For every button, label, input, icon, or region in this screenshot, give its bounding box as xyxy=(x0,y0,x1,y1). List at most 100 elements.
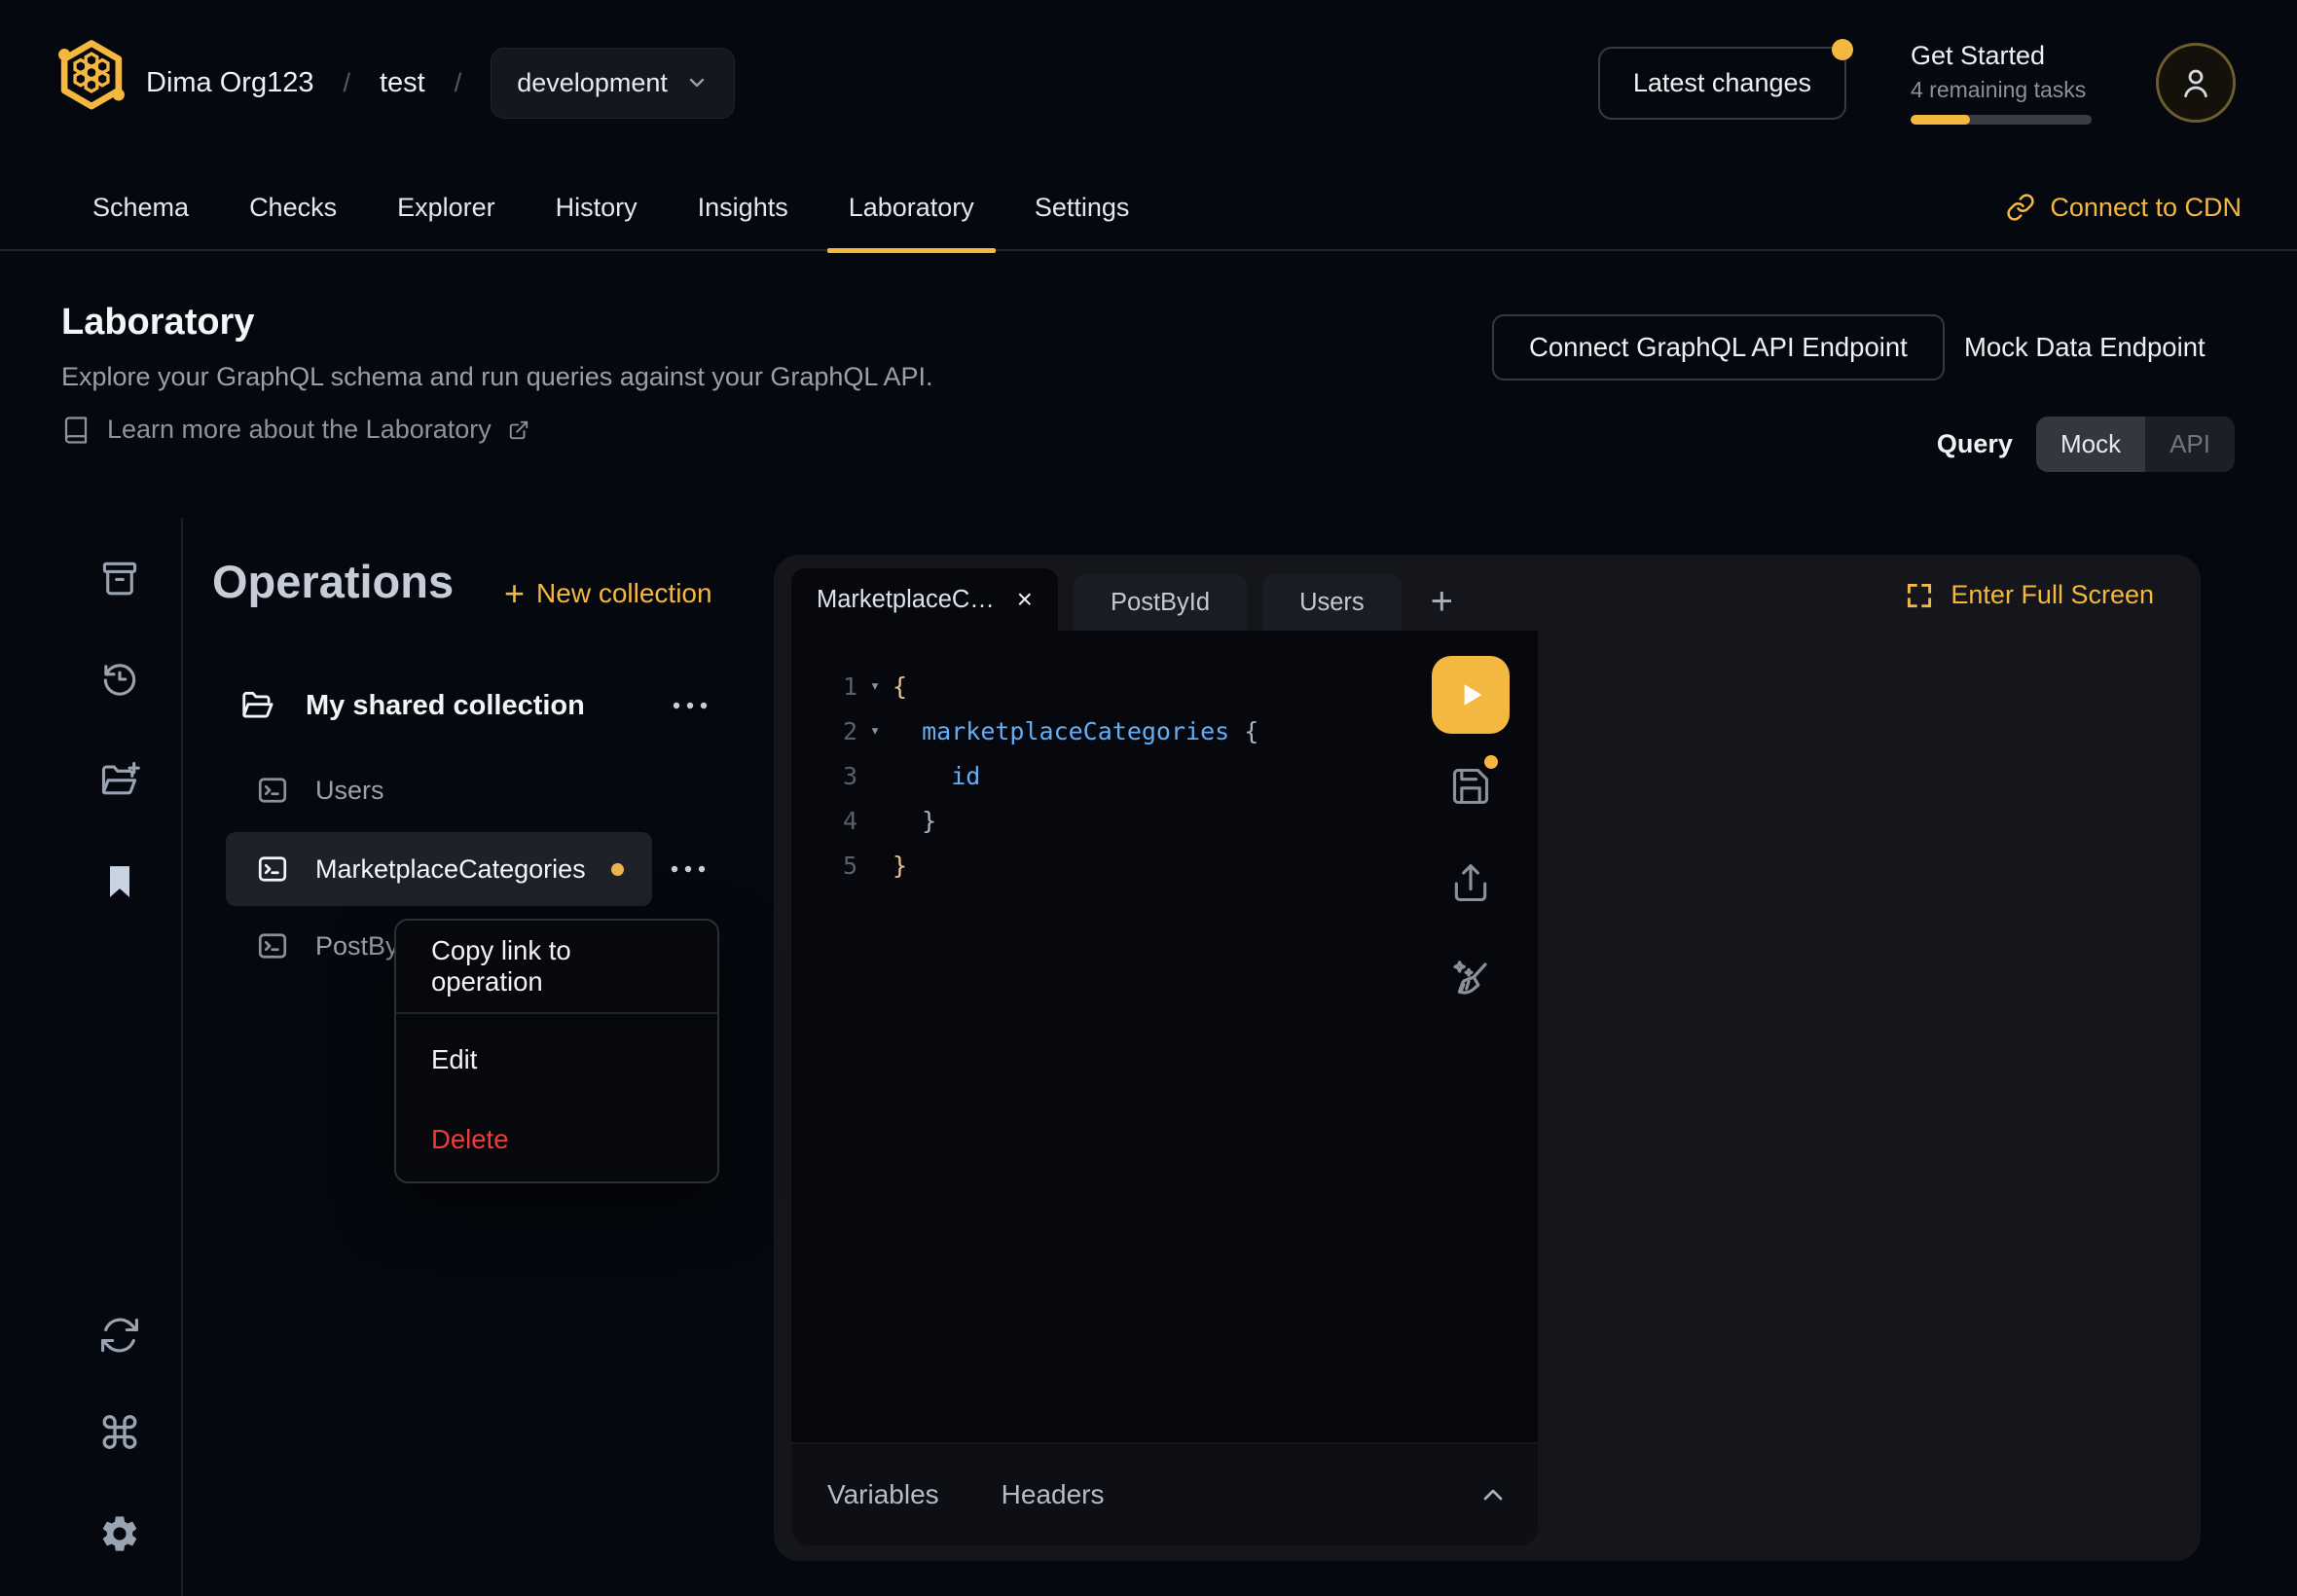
operation-icon xyxy=(255,773,290,808)
code-line: 1 ▾ { xyxy=(817,664,1538,708)
connect-to-cdn-link[interactable]: Connect to CDN xyxy=(2006,165,2242,249)
tab-history[interactable]: History xyxy=(534,165,659,251)
editor-tab-marketplacecategories[interactable]: MarketplaceC… × xyxy=(791,568,1058,631)
sync-icon[interactable] xyxy=(98,1314,141,1357)
breadcrumb-separator: / xyxy=(455,68,462,98)
app-header: Dima Org123 / test / development Latest … xyxy=(0,0,2297,165)
line-number: 4 xyxy=(817,807,857,835)
collection-header[interactable]: My shared collection xyxy=(239,687,585,724)
learn-more-link[interactable]: Learn more about the Laboratory xyxy=(61,415,529,445)
fold-arrow-icon[interactable]: ▾ xyxy=(857,676,893,696)
code-line: 4 } xyxy=(817,798,1538,843)
tab-explorer[interactable]: Explorer xyxy=(376,165,517,251)
tab-checks[interactable]: Checks xyxy=(228,165,358,251)
connect-to-cdn-label: Connect to CDN xyxy=(2050,193,2242,223)
headers-tab[interactable]: Headers xyxy=(1002,1479,1105,1510)
command-glyph: ⌘ xyxy=(97,1408,142,1459)
menu-item-delete[interactable]: Delete xyxy=(396,1098,717,1181)
editor-tab-label: PostById xyxy=(1111,589,1210,617)
code-token: id xyxy=(951,762,980,790)
close-tab-icon[interactable]: × xyxy=(1017,586,1033,613)
hive-logo-icon[interactable] xyxy=(56,39,127,115)
query-editor[interactable]: 1 ▾ { 2 ▾ marketplaceCategories { 3 id 4… xyxy=(791,631,1538,1442)
variables-tab[interactable]: Variables xyxy=(827,1479,939,1510)
settings-gear-icon[interactable] xyxy=(98,1512,141,1555)
share-icon xyxy=(1449,862,1492,905)
latest-changes-label: Latest changes xyxy=(1633,68,1811,97)
editor-tabs: MarketplaceC… × PostById Users + xyxy=(791,568,1453,631)
editor-subbar: Variables Headers xyxy=(791,1444,1538,1545)
collection-menu-dots-icon[interactable] xyxy=(670,699,711,712)
run-query-button[interactable] xyxy=(1432,656,1510,734)
new-collection-button[interactable]: + New collection xyxy=(504,576,712,611)
breadcrumb-org[interactable]: Dima Org123 xyxy=(146,67,313,99)
share-operation-button[interactable] xyxy=(1449,862,1492,905)
operation-label: MarketplaceCategories xyxy=(315,854,586,885)
menu-item-edit[interactable]: Edit xyxy=(396,1022,717,1098)
code-token: { xyxy=(1229,717,1258,745)
get-started-widget[interactable]: Get Started 4 remaining tasks xyxy=(1911,41,2092,125)
operation-row-users[interactable]: Users xyxy=(255,764,384,816)
page-title: Laboratory xyxy=(61,302,254,344)
primary-nav-tabs: Schema Checks Explorer History Insights … xyxy=(71,165,1150,251)
save-operation-button[interactable] xyxy=(1449,765,1492,808)
get-started-title: Get Started xyxy=(1911,41,2092,71)
folder-plus-icon[interactable] xyxy=(98,759,141,802)
connect-graphql-endpoint-button[interactable]: Connect GraphQL API Endpoint xyxy=(1492,314,1945,381)
tab-schema[interactable]: Schema xyxy=(71,165,210,251)
menu-item-copy-link[interactable]: Copy link to operation xyxy=(396,921,717,1012)
breadcrumb-project[interactable]: test xyxy=(380,67,425,99)
query-mode-toggle: Mock API xyxy=(2036,417,2235,472)
get-started-subtitle: 4 remaining tasks xyxy=(1911,77,2092,103)
operation-menu-dots-icon[interactable] xyxy=(668,862,709,876)
latest-changes-button[interactable]: Latest changes xyxy=(1598,47,1846,120)
fold-arrow-icon[interactable]: ▾ xyxy=(857,721,893,741)
editor-tab-users[interactable]: Users xyxy=(1262,574,1402,631)
chevron-up-icon[interactable] xyxy=(1477,1479,1509,1510)
new-tab-button[interactable]: + xyxy=(1431,582,1453,621)
query-mode-api[interactable]: API xyxy=(2145,417,2235,472)
rail-divider xyxy=(181,518,183,1596)
get-started-progress-bar xyxy=(1911,115,2092,125)
editor-tab-label: Users xyxy=(1299,589,1365,617)
user-avatar[interactable] xyxy=(2156,43,2236,123)
operations-title: Operations xyxy=(212,555,454,608)
book-icon xyxy=(61,416,91,445)
history-icon[interactable] xyxy=(98,658,141,701)
chevron-down-icon xyxy=(685,71,709,94)
line-number: 2 xyxy=(817,717,857,745)
notification-dot xyxy=(1832,39,1853,60)
code-token xyxy=(893,762,951,790)
collection-name: My shared collection xyxy=(306,690,585,722)
code-token: } xyxy=(893,852,907,880)
code-token: } xyxy=(893,807,936,835)
bookmark-icon[interactable] xyxy=(100,860,139,903)
line-number: 3 xyxy=(817,762,857,790)
page-description: Explore your GraphQL schema and run quer… xyxy=(61,362,932,392)
operation-label: Users xyxy=(315,776,384,806)
code-token: marketplaceCategories xyxy=(922,717,1229,745)
query-mode-mock[interactable]: Mock xyxy=(2036,417,2145,472)
new-collection-label: New collection xyxy=(536,578,712,609)
operation-row-marketplacecategories[interactable]: MarketplaceCategories xyxy=(255,843,624,895)
environment-selector[interactable]: development xyxy=(491,48,735,119)
prettify-broom-button[interactable] xyxy=(1447,956,1494,1002)
archive-icon[interactable] xyxy=(98,557,141,599)
tab-laboratory[interactable]: Laboratory xyxy=(827,165,996,251)
enter-fullscreen-button[interactable]: Enter Full Screen xyxy=(1905,580,2154,610)
query-label: Query xyxy=(1937,429,2013,459)
tab-insights[interactable]: Insights xyxy=(676,165,810,251)
operation-icon xyxy=(255,928,290,963)
code-line: 5 } xyxy=(817,843,1538,888)
command-icon[interactable]: ⌘ xyxy=(97,1411,142,1456)
header-right-cluster: Latest changes Get Started 4 remaining t… xyxy=(1598,0,2236,165)
environment-selector-value: development xyxy=(517,68,668,98)
editor-tab-label: MarketplaceC… xyxy=(817,586,998,614)
tab-settings[interactable]: Settings xyxy=(1013,165,1151,251)
breadcrumb-separator: / xyxy=(343,68,350,98)
save-icon xyxy=(1449,765,1492,808)
code-token xyxy=(893,717,922,745)
editor-tab-postbyid[interactable]: PostById xyxy=(1074,574,1247,631)
menu-divider xyxy=(396,1012,717,1014)
query-mode-row: Query Mock API xyxy=(1937,417,2235,472)
